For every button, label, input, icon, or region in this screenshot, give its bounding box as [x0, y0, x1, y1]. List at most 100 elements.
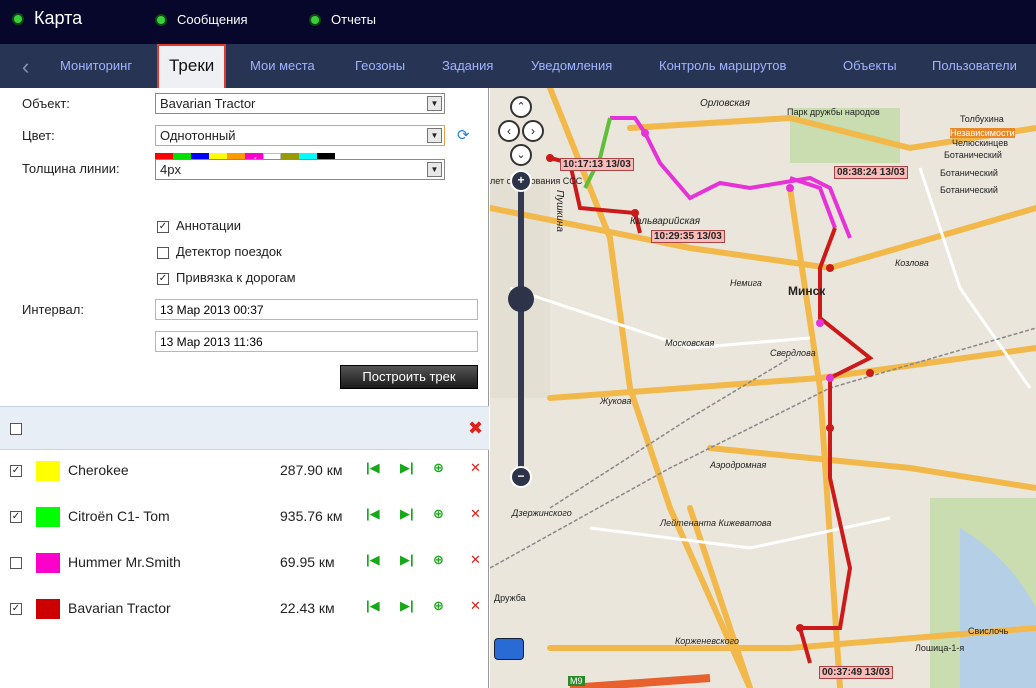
track-color-swatch: [36, 553, 60, 573]
snap-to-roads-checkbox[interactable]: ✓: [157, 273, 169, 285]
map-place-label: Дружба: [494, 593, 526, 603]
chevron-left-icon[interactable]: ‹: [22, 54, 29, 80]
map-place-label: Орловская: [700, 98, 750, 109]
map-view[interactable]: Парк дружбы народов Толбухина Независимо…: [490, 88, 1036, 688]
map-place-label: Свердлова: [770, 348, 816, 358]
map-place-label: Козлова: [895, 258, 929, 268]
track-color-swatch: [36, 461, 60, 481]
line-width-label: Толщина линии:: [22, 161, 120, 176]
tab-monitoring[interactable]: Мониторинг: [60, 58, 132, 73]
map-place-label: лет образования ССС: [490, 176, 583, 186]
refresh-icon[interactable]: ⟳: [457, 126, 470, 144]
track-visible-checkbox[interactable]: ✓: [10, 511, 22, 523]
track-name: Hummer Mr.Smith: [68, 554, 181, 570]
trip-detector-checkbox[interactable]: [157, 247, 169, 259]
go-to-end-icon[interactable]: ▶|: [400, 460, 414, 476]
zoom-out-icon[interactable]: −: [510, 466, 532, 488]
delete-all-icon[interactable]: ✖: [468, 418, 483, 439]
track-row[interactable]: ✓ Citroën C1- Tom 935.76 км |◀ ▶| ⊕ ✕: [0, 496, 489, 540]
track-visible-checkbox[interactable]: [10, 557, 22, 569]
top-item-reports[interactable]: Отчеты: [311, 12, 376, 27]
top-item-label: Отчеты: [331, 12, 376, 27]
tab-users[interactable]: Пользователи: [932, 58, 1017, 73]
interval-from-input[interactable]: [155, 299, 478, 320]
track-time-annotation: 00:37:49 13/03: [819, 666, 893, 679]
top-item-label: Карта: [34, 8, 83, 28]
bus-icon[interactable]: [494, 638, 524, 660]
zoom-slider-handle[interactable]: [508, 286, 534, 312]
interval-label: Интервал:: [22, 302, 84, 317]
go-to-start-icon[interactable]: |◀: [366, 460, 380, 476]
map-place-label: Лейтенанта Кижеватова: [660, 518, 772, 528]
track-name: Bavarian Tractor: [68, 600, 171, 616]
interval-to-input[interactable]: [155, 331, 478, 352]
track-color-swatch: [36, 599, 60, 619]
main-nav: ‹ Мониторинг Треки Мои места Геозоны Зад…: [0, 44, 1036, 88]
top-item-messages[interactable]: Сообщения: [157, 12, 248, 27]
object-select[interactable]: Bavarian Tractor ▼: [155, 93, 445, 114]
delete-track-icon[interactable]: ✕: [470, 552, 481, 568]
center-on-track-icon[interactable]: ⊕: [433, 460, 444, 476]
tab-objects[interactable]: Объекты: [843, 58, 897, 73]
track-time-annotation: 08:38:24 13/03: [834, 166, 908, 179]
tab-jobs[interactable]: Задания: [442, 58, 493, 73]
delete-track-icon[interactable]: ✕: [470, 506, 481, 522]
zoom-slider-track[interactable]: [518, 178, 524, 478]
annotations-label: Аннотации: [176, 218, 241, 233]
go-to-end-icon[interactable]: ▶|: [400, 506, 414, 522]
map-place-label: Челюскинцев: [952, 138, 1008, 148]
track-row[interactable]: Hummer Mr.Smith 69.95 км |◀ ▶| ⊕ ✕: [0, 542, 489, 586]
track-visible-checkbox[interactable]: ✓: [10, 465, 22, 477]
pan-up-icon[interactable]: ⌃: [510, 96, 532, 118]
pan-left-icon[interactable]: ‹: [498, 120, 520, 142]
pan-right-icon[interactable]: ›: [522, 120, 544, 142]
tab-route-control[interactable]: Контроль маршрутов: [659, 58, 786, 73]
dropdown-arrow-icon: ▼: [427, 162, 442, 177]
map-place-label: Свислочь: [968, 626, 1009, 636]
line-width-value: 4px: [160, 162, 181, 177]
track-color-swatch: [36, 507, 60, 527]
go-to-start-icon[interactable]: |◀: [366, 506, 380, 522]
select-all-checkbox[interactable]: [10, 423, 22, 435]
dropdown-arrow-icon: ▼: [427, 128, 442, 143]
go-to-start-icon[interactable]: |◀: [366, 598, 380, 614]
delete-track-icon[interactable]: ✕: [470, 598, 481, 614]
go-to-start-icon[interactable]: |◀: [366, 552, 380, 568]
track-visible-checkbox[interactable]: ✓: [10, 603, 22, 615]
build-track-button[interactable]: Построить трек: [340, 365, 478, 389]
top-item-map[interactable]: Карта: [14, 8, 82, 29]
map-place-label: Независимости: [950, 128, 1015, 138]
track-time-annotation: 10:17:13 13/03: [560, 158, 634, 171]
map-place-label: Лошица-1-я: [915, 643, 965, 653]
map-place-label: Корженевского: [675, 636, 739, 646]
top-item-label: Сообщения: [177, 12, 248, 27]
color-select[interactable]: Однотонный ▼: [155, 125, 445, 146]
center-on-track-icon[interactable]: ⊕: [433, 598, 444, 614]
center-on-track-icon[interactable]: ⊕: [433, 506, 444, 522]
line-width-select[interactable]: 4px ▼: [155, 159, 445, 180]
go-to-end-icon[interactable]: ▶|: [400, 552, 414, 568]
tab-my-places[interactable]: Мои места: [250, 58, 315, 73]
map-place-label: Дзержинского: [512, 508, 572, 518]
status-dot-icon: [311, 15, 319, 24]
color-select-value: Однотонный: [160, 128, 236, 143]
tab-geozones[interactable]: Геозоны: [355, 58, 405, 73]
go-to-end-icon[interactable]: ▶|: [400, 598, 414, 614]
delete-track-icon[interactable]: ✕: [470, 460, 481, 476]
track-name: Cherokee: [68, 462, 129, 478]
top-bar: Карта Сообщения Отчеты: [0, 0, 1036, 44]
tab-notifications[interactable]: Уведомления: [531, 58, 612, 73]
map-place-label: Аэродромная: [710, 460, 767, 470]
annotations-checkbox[interactable]: ✓: [157, 221, 169, 233]
track-row[interactable]: ✓ Bavarian Tractor 22.43 км |◀ ▶| ⊕ ✕: [0, 588, 489, 632]
map-place-label: Ботанический: [944, 150, 1002, 160]
zoom-in-icon[interactable]: +: [510, 170, 532, 192]
tab-tracks[interactable]: Треки: [157, 44, 227, 88]
pan-down-icon[interactable]: ⌄: [510, 144, 532, 166]
road-sign-label: M9: [568, 676, 585, 686]
track-row[interactable]: ✓ Cherokee 287.90 км |◀ ▶| ⊕ ✕: [0, 450, 489, 494]
center-on-track-icon[interactable]: ⊕: [433, 552, 444, 568]
track-name: Citroën C1- Tom: [68, 508, 170, 524]
map-place-label: Ботанический: [940, 185, 998, 195]
map-place-label: Пушкина: [554, 190, 565, 232]
